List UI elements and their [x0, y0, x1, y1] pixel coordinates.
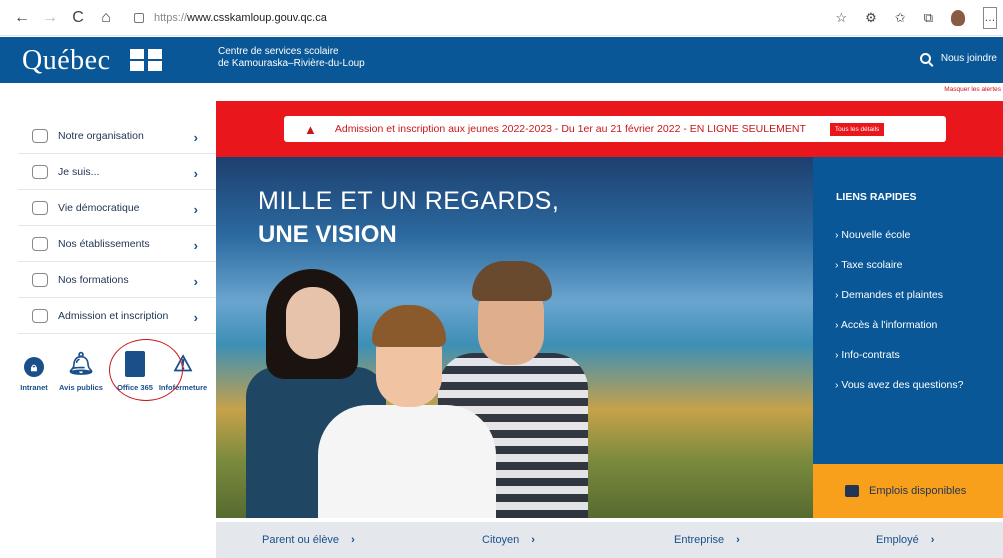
hero-boy: [318, 405, 496, 518]
bell-icon: 🔔︎: [67, 351, 95, 376]
reload-button[interactable]: C: [64, 4, 92, 32]
jobs-button[interactable]: Emplois disponibles: [813, 464, 1003, 518]
quick-icons: 🔒︎ Intranet 🔔︎ Avis publics Office 365 ⚠…: [16, 339, 216, 401]
chevron-right-icon: ›: [736, 534, 740, 546]
sidebar-item-vie-democratique[interactable]: Vie démocratique ›: [18, 190, 216, 226]
url-protocol: https://: [154, 11, 188, 24]
sidebar-item-label: Je suis...: [58, 165, 100, 178]
briefcase-icon: [845, 485, 859, 497]
more-menu-button[interactable]: …: [983, 7, 997, 29]
org-name-line2: de Kamouraska–Rivière-du-Loup: [218, 58, 365, 69]
quick-link[interactable]: › Taxe scolaire: [835, 259, 903, 271]
org-name-line1: Centre de services scolaire: [218, 46, 339, 57]
building-icon: [32, 236, 48, 251]
chevron-right-icon: ›: [193, 238, 198, 253]
organization-name[interactable]: Centre de services scolaire de Kamourask…: [218, 46, 365, 70]
hero-boy-hair: [372, 305, 446, 347]
forward-button[interactable]: →: [36, 4, 64, 32]
jobs-label: Emplois disponibles: [869, 485, 967, 497]
intranet-link[interactable]: 🔒︎ Intranet: [16, 345, 52, 392]
sidebar-item-label: Nos formations: [58, 273, 129, 286]
person-icon: [32, 164, 48, 179]
nav-label: Employé: [876, 534, 919, 546]
organization-icon: [32, 128, 48, 143]
quick-link[interactable]: › Info-contrats: [835, 349, 900, 361]
collections-icon[interactable]: ⧉: [924, 10, 933, 26]
lock-icon: [134, 12, 144, 23]
site-header: Québec Centre de services scolaire de Ka…: [0, 37, 1003, 83]
fleur-de-lis-icon: [130, 49, 162, 71]
alert-box: ▲ Admission et inscription aux jeunes 20…: [284, 116, 946, 142]
reader-icon[interactable]: ☆: [835, 10, 847, 26]
avis-publics-link[interactable]: 🔔︎ Avis publics: [56, 345, 106, 392]
handshake-icon: [32, 308, 48, 323]
quick-links-title: LIENS RAPIDES: [836, 191, 917, 203]
favorites-icon[interactable]: ✩: [895, 10, 906, 26]
sidebar-item-je-suis[interactable]: Je suis... ›: [18, 154, 216, 190]
intranet-label: Intranet: [20, 383, 48, 392]
hero-subtitle: UNE VISION: [258, 221, 397, 248]
chevron-right-icon: ›: [930, 534, 935, 546]
address-bar[interactable]: https:// www.csskamloup.gouv.qc.ca: [134, 12, 327, 24]
chevron-right-icon: ›: [193, 274, 198, 289]
quick-link[interactable]: › Nouvelle école: [835, 229, 910, 241]
chevron-right-icon: ›: [531, 534, 535, 546]
hide-alerts-link[interactable]: Masquer les alertes: [944, 86, 1001, 93]
sidebar-item-label: Nos établissements: [58, 237, 150, 250]
group-icon: [32, 200, 48, 215]
alert-details-button[interactable]: Tous les détails: [829, 122, 885, 136]
nav-label: Citoyen: [482, 534, 520, 546]
extension-icon[interactable]: ⚙: [865, 10, 877, 26]
hero-banner: MILLE ET UN REGARDS, UNE VISION: [216, 157, 813, 518]
sidebar-item-label: Notre organisation: [58, 129, 144, 142]
contact-link[interactable]: Nous joindre: [941, 53, 997, 64]
chevron-right-icon: ›: [193, 310, 198, 325]
sidebar-item-organisation[interactable]: Notre organisation ›: [18, 118, 216, 154]
search-icon[interactable]: [920, 53, 931, 64]
sidebar-item-label: Vie démocratique: [58, 201, 140, 214]
avis-publics-label: Avis publics: [59, 383, 103, 392]
chevron-right-icon: ›: [193, 202, 198, 217]
chevron-right-icon: ›: [193, 166, 198, 181]
lock-icon: 🔒︎: [24, 357, 44, 377]
nav-citoyen[interactable]: Citoyen ›: [482, 534, 535, 546]
back-button[interactable]: ←: [8, 4, 36, 32]
hero-woman-face: [286, 287, 340, 359]
chevron-right-icon: ›: [193, 130, 198, 145]
sidebar-item-etablissements[interactable]: Nos établissements ›: [18, 226, 216, 262]
home-button[interactable]: ⌂: [92, 4, 120, 32]
quebec-logo[interactable]: Québec: [22, 45, 111, 77]
nav-employe[interactable]: Employé ›: [876, 534, 934, 546]
browser-toolbar: ← → C ⌂ https:// www.csskamloup.gouv.qc.…: [0, 0, 1003, 36]
nav-parent-eleve[interactable]: Parent ou élève ›: [262, 534, 355, 546]
chevron-right-icon: ›: [351, 534, 355, 546]
browser-actions: ☆ ⚙ ✩ ⧉ …: [835, 7, 997, 29]
profile-avatar[interactable]: [951, 10, 965, 26]
warning-icon: ▲: [304, 121, 317, 137]
audience-nav: Parent ou élève › Citoyen › Entreprise › Em…: [216, 522, 1003, 558]
nav-entreprise[interactable]: Entreprise ›: [674, 534, 740, 546]
hero-man-hair: [472, 261, 552, 301]
graduation-cap-icon: [32, 272, 48, 287]
highlight-circle: [109, 339, 183, 401]
sidebar-item-formations[interactable]: Nos formations ›: [18, 262, 216, 298]
nav-label: Parent ou élève: [262, 534, 340, 546]
nav-label: Entreprise: [674, 534, 725, 546]
url-host: www.csskamloup.gouv.qc.ca: [187, 11, 327, 24]
alert-banner: ▲ Admission et inscription aux jeunes 20…: [216, 101, 1003, 157]
quick-link[interactable]: › Demandes et plaintes: [835, 289, 943, 301]
quick-link[interactable]: › Vous avez des questions?: [835, 379, 963, 391]
hero-title: MILLE ET UN REGARDS,: [258, 187, 560, 215]
sidebar-item-admission[interactable]: Admission et inscription ›: [18, 298, 216, 334]
sidebar-nav: Notre organisation › Je suis... › Vie démo…: [18, 118, 216, 334]
quick-link[interactable]: › Accès à l'information: [835, 319, 937, 331]
quick-links-panel: LIENS RAPIDES › Nouvelle école › Taxe sc…: [813, 157, 1003, 464]
alert-message[interactable]: Admission et inscription aux jeunes 2022…: [335, 123, 806, 135]
sidebar-item-label: Admission et inscription: [58, 309, 169, 322]
